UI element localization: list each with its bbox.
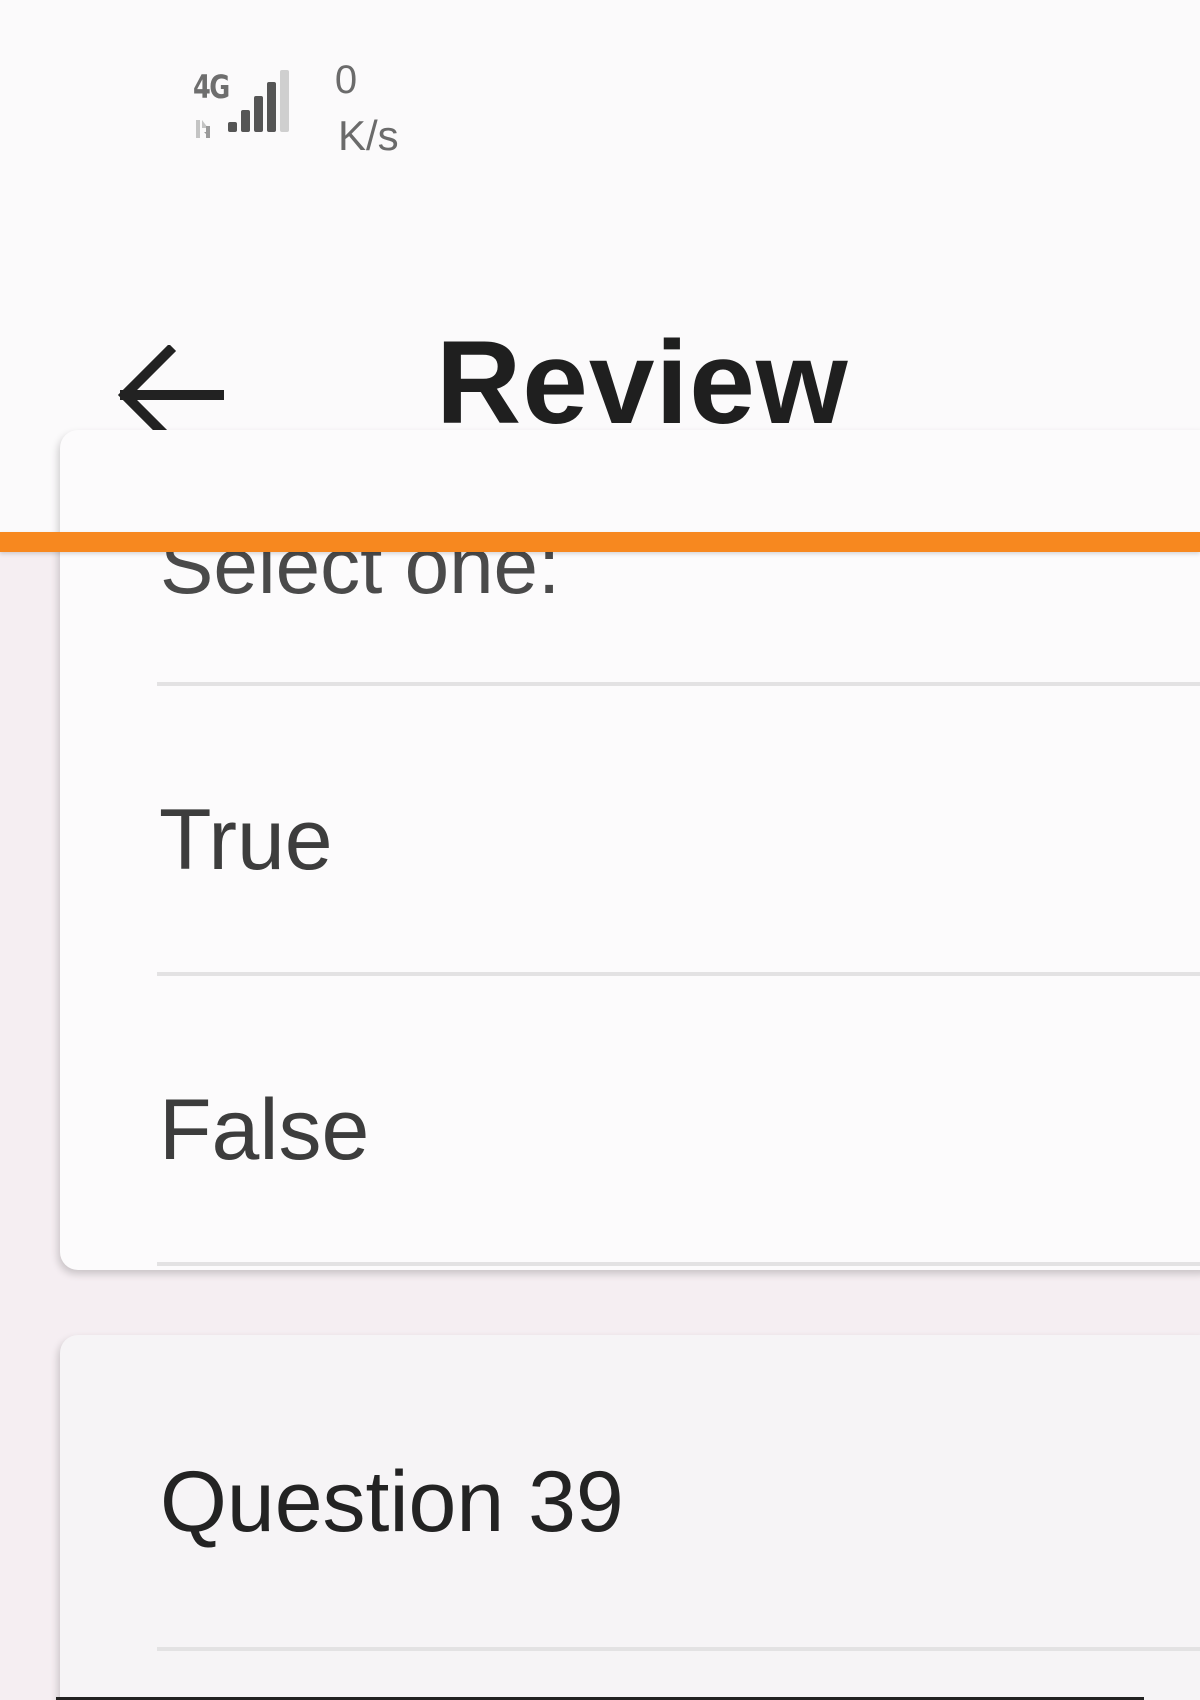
signal-strength-icon bbox=[228, 70, 289, 132]
divider bbox=[157, 972, 1200, 976]
network-type-label: 4G bbox=[193, 68, 230, 106]
divider bbox=[157, 1647, 1200, 1651]
option-true[interactable]: True bbox=[157, 700, 1200, 980]
question-card[interactable]: Question 39 bbox=[60, 1335, 1200, 1700]
question-title: Question 39 bbox=[160, 1454, 624, 1550]
option-false[interactable]: False bbox=[157, 990, 1200, 1270]
network-speed-value: 0 bbox=[334, 58, 358, 102]
progress-bar bbox=[0, 532, 1200, 552]
status-bar: 4G 0 K/s bbox=[0, 0, 1200, 215]
option-label: True bbox=[159, 791, 333, 888]
answer-card: Select one: True False bbox=[60, 430, 1200, 1270]
data-activity-icon bbox=[196, 120, 210, 138]
divider bbox=[157, 1262, 1200, 1266]
option-label: False bbox=[159, 1081, 370, 1178]
divider bbox=[157, 682, 1200, 686]
review-screen: 4G 0 K/s Review Select one: True False Q… bbox=[0, 0, 1200, 1700]
network-speed-unit: K/s bbox=[338, 112, 399, 159]
